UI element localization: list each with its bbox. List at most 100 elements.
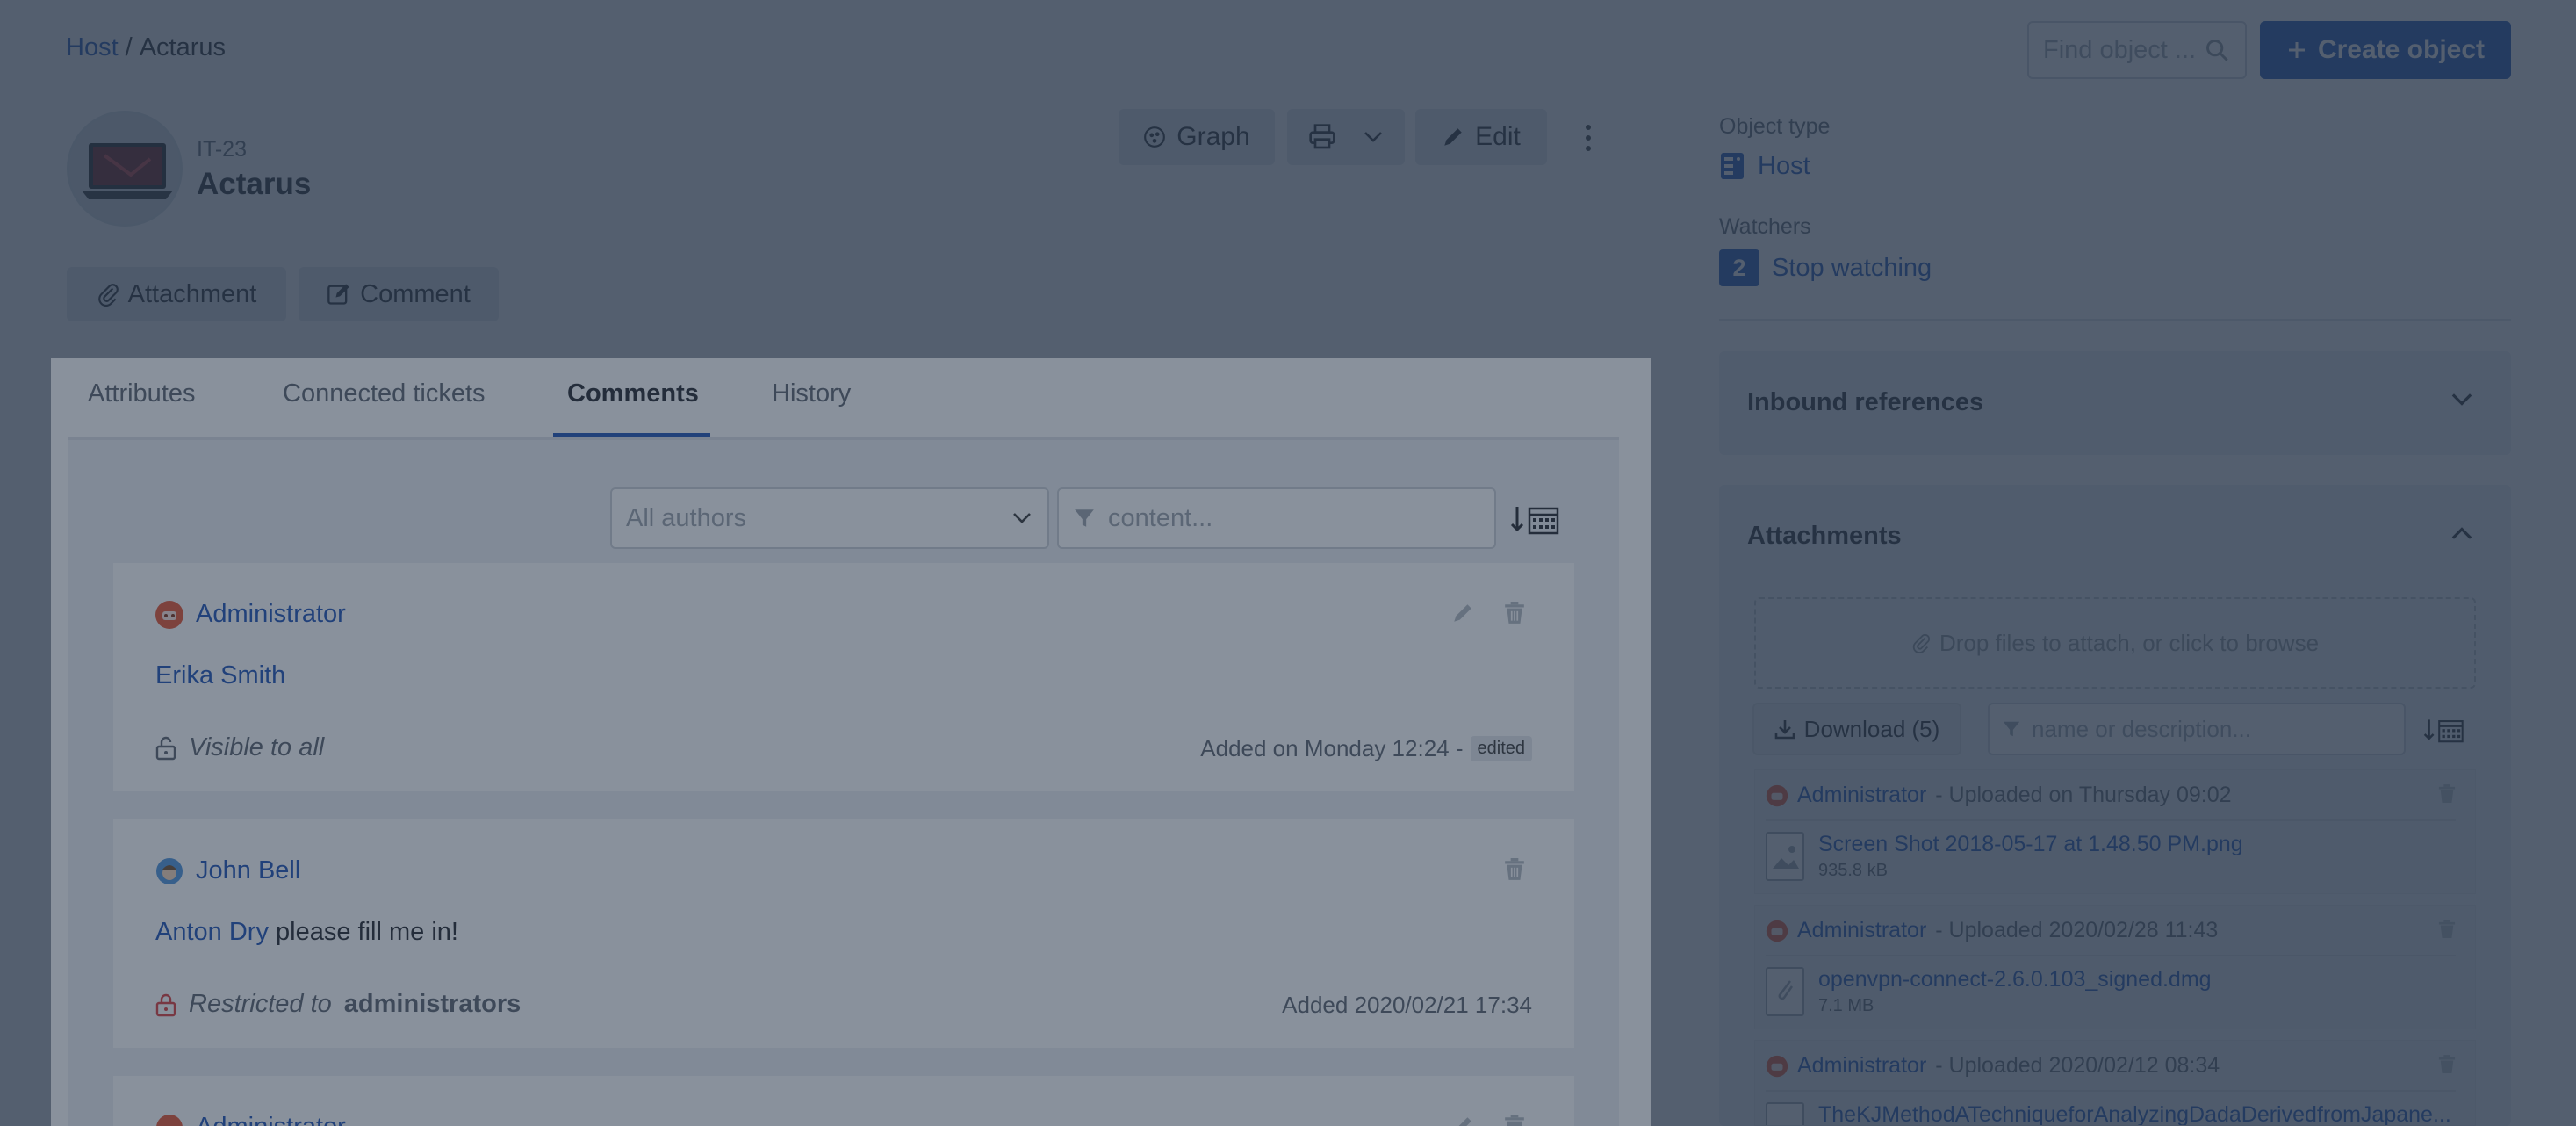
paperclip-file-icon (1766, 967, 1804, 1016)
delete-attachment-trash-icon[interactable] (2438, 920, 2456, 939)
comment-visibility: Restricted to administrators (155, 990, 521, 1019)
paperclip-icon (97, 282, 119, 307)
delete-comment-trash-icon[interactable] (1504, 1115, 1525, 1126)
attachment-file-size: 7.1 MB (1818, 996, 1874, 1015)
authors-select[interactable]: All authors (610, 487, 1049, 549)
server-icon (1719, 151, 1745, 181)
content-filter-input[interactable] (1108, 503, 1477, 533)
chevron-down-icon (1011, 511, 1033, 525)
attachment-file-name[interactable]: TheKJMethodATechniqueforAnalyzingDadaDer… (1818, 1102, 2451, 1125)
create-object-button[interactable]: Create object (2260, 21, 2511, 79)
page: Host/Actarus Create object IT-23 Actarus… (0, 0, 2576, 1126)
comment-author-name: Administrator (196, 1113, 346, 1126)
tab-attributes[interactable]: Attributes (88, 372, 196, 439)
comment-author-name: John Bell (196, 856, 301, 884)
attachment-file[interactable]: Screen Shot 2018-05-17 at 1.48.50 PM.png… (1766, 832, 2243, 881)
comment-author[interactable]: Administrator (155, 600, 346, 629)
delete-attachment-trash-icon[interactable] (2438, 1055, 2456, 1074)
edit-button[interactable]: Edit (1415, 109, 1547, 165)
tab-connected-tickets[interactable]: Connected tickets (283, 372, 486, 439)
chevron-down-icon (2450, 392, 2474, 408)
attachment-divider (1766, 1090, 2456, 1092)
graph-label: Graph (1176, 122, 1250, 151)
file-dropzone[interactable]: Drop files to attach, or click to browse (1754, 597, 2476, 689)
attachment-label: Attachment (127, 279, 257, 308)
filter-icon (2002, 719, 2021, 739)
chevron-up-icon[interactable] (2450, 525, 2474, 541)
stop-watching-link[interactable]: 2 Stop watching (1719, 249, 1932, 286)
attachment-file[interactable]: openvpn-connect-2.6.0.103_signed.dmg 7.1… (1766, 967, 2212, 1016)
edit-comment-pencil-icon[interactable] (1451, 1115, 1474, 1126)
comment-actions (1504, 858, 1525, 881)
attachment-file-info: openvpn-connect-2.6.0.103_signed.dmg 7.1… (1818, 967, 2212, 1016)
file-icon (1766, 1102, 1804, 1125)
object-type-link[interactable]: Host (1719, 151, 1810, 181)
attachment-uploader[interactable]: Administrator (1797, 783, 1926, 808)
graph-button[interactable]: Graph (1119, 109, 1275, 165)
breadcrumb-separator: / (125, 33, 133, 61)
visibility-text: Restricted to (189, 990, 332, 1018)
more-options-kebab-icon[interactable] (1566, 116, 1610, 160)
dropzone-text: Drop files to attach, or click to browse (1939, 629, 2320, 656)
object-type-label: Object type (1719, 114, 1831, 139)
print-dropdown-button[interactable] (1287, 109, 1405, 165)
attachment-file[interactable]: TheKJMethodATechniqueforAnalyzingDadaDer… (1766, 1102, 2451, 1125)
attachment-file-name[interactable]: Screen Shot 2018-05-17 at 1.48.50 PM.png (1818, 832, 2243, 857)
comment-date: Added 2020/02/21 17:34 (1282, 992, 1532, 1019)
authors-select-value: All authors (626, 503, 747, 532)
comment-author-name: Administrator (196, 600, 346, 628)
attachment-header: Administrator - Uploaded 2020/02/12 08:3… (1766, 1053, 2220, 1079)
delete-attachment-trash-icon[interactable] (2438, 784, 2456, 804)
attachment-uploader[interactable]: Administrator (1797, 918, 1926, 943)
add-comment-button[interactable]: Comment (299, 267, 499, 321)
attachment-file-size: 935.8 kB (1818, 861, 1888, 880)
comment-author[interactable]: John Bell (155, 856, 300, 885)
comment-actions (1451, 1115, 1525, 1126)
sort-by-date-button[interactable] (1510, 501, 1561, 538)
attachment-sort-button[interactable] (2423, 713, 2467, 747)
attachment-item: Administrator - Uploaded on Thursday 09:… (1754, 769, 2476, 894)
delete-comment-trash-icon[interactable] (1504, 858, 1525, 881)
delete-comment-trash-icon[interactable] (1504, 602, 1525, 624)
add-attachment-button[interactable]: Attachment (67, 267, 286, 321)
attachment-uploaded: - Uploaded on Thursday 09:02 (1935, 783, 2232, 807)
object-title: Actarus (197, 167, 312, 201)
tab-history[interactable]: History (772, 372, 851, 439)
search-icon[interactable] (2205, 38, 2229, 62)
comment-card: John Bell Anton Dry please fill me in! R… (113, 819, 1574, 1048)
find-object-input[interactable] (2043, 35, 2205, 65)
paperclip-icon (1911, 632, 1931, 653)
attachment-uploaded: - Uploaded 2020/02/12 08:34 (1935, 1053, 2220, 1078)
attachment-file-info: TheKJMethodATechniqueforAnalyzingDadaDer… (1818, 1102, 2451, 1125)
content-filter[interactable] (1057, 487, 1496, 549)
attachment-file-name[interactable]: openvpn-connect-2.6.0.103_signed.dmg (1818, 967, 2212, 992)
comment-label: Comment (360, 279, 471, 308)
attachments-title[interactable]: Attachments (1747, 522, 1902, 551)
find-object-search[interactable] (2027, 21, 2247, 79)
edit-comment-pencil-icon[interactable] (1451, 602, 1474, 624)
download-label: Download (5) (1803, 715, 1940, 742)
graph-icon (1143, 126, 1166, 148)
attachment-filter-input[interactable] (2032, 715, 2392, 743)
active-tab-indicator (553, 433, 710, 437)
object-code: IT-23 (197, 137, 247, 162)
tab-comments[interactable]: Comments (567, 372, 699, 439)
comment-author[interactable]: Administrator (155, 1113, 346, 1126)
avatar (1766, 784, 1788, 807)
inbound-references-accordion[interactable]: Inbound references (1719, 351, 2511, 455)
attachment-item: Administrator - Uploaded 2020/02/12 08:3… (1754, 1040, 2476, 1126)
breadcrumb-parent-link[interactable]: Host (66, 33, 119, 61)
attachment-filter[interactable] (1988, 703, 2406, 755)
comment-text: please fill me in! (276, 918, 458, 946)
download-all-button[interactable]: Download (5) (1752, 703, 1961, 755)
pencil-icon (1442, 126, 1464, 148)
attachment-uploader[interactable]: Administrator (1797, 1053, 1926, 1079)
lock-icon (155, 992, 176, 1017)
download-icon (1774, 718, 1795, 740)
comment-mention-link[interactable]: Anton Dry (155, 918, 269, 946)
comment-body: Anton Dry please fill me in! (155, 918, 458, 947)
create-object-label: Create object (2317, 35, 2486, 64)
image-file-icon (1766, 832, 1804, 881)
object-avatar (67, 111, 183, 227)
comment-mention-link[interactable]: Erika Smith (155, 661, 285, 689)
